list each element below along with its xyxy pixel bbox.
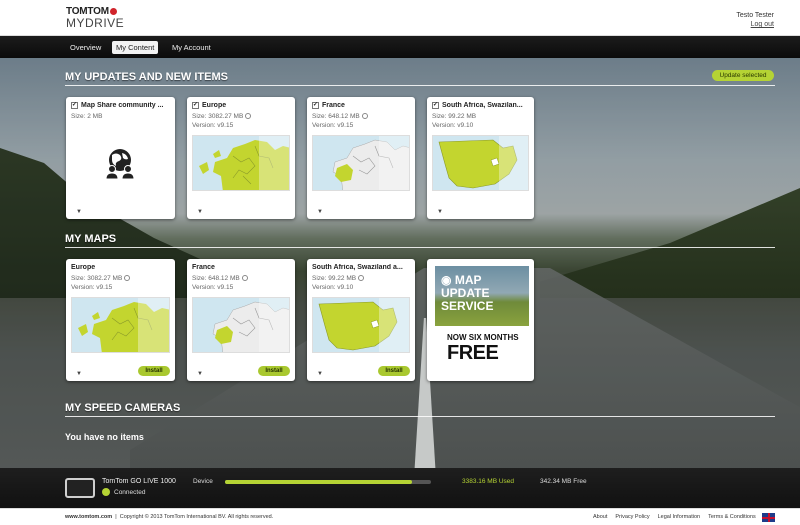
device-name: TomTom GO LIVE 1000 — [102, 478, 176, 485]
speed-cameras-divider — [65, 416, 775, 417]
update-card-europe[interactable]: ✓ Europe Size: 3082.27 MB Version: v9.15 … — [187, 97, 295, 219]
footer-link-about[interactable]: About — [593, 514, 607, 520]
checkbox[interactable]: ✓ — [432, 102, 439, 109]
card-title: South Africa, Swazilan... — [442, 102, 523, 109]
promo-line4: NOW SIX MONTHS — [447, 333, 519, 342]
card-title: Europe — [71, 264, 96, 271]
logout-link[interactable]: Log out — [736, 20, 774, 29]
europe-map-thumbnail — [71, 297, 170, 353]
updates-title: MY UPDATES AND NEW ITEMS — [65, 71, 228, 83]
footer-link-terms[interactable]: Terms & Conditions — [708, 514, 756, 520]
expand-chevron-icon[interactable]: ▼ — [437, 209, 443, 215]
card-version: Version: v9.10 — [312, 284, 354, 291]
card-version: Version: v9.15 — [312, 122, 354, 129]
tab-overview[interactable]: Overview — [66, 41, 105, 54]
promo-line1: MAP — [454, 273, 482, 287]
tab-my-content[interactable]: My Content — [112, 41, 159, 54]
footer-link-privacy[interactable]: Privacy Policy — [615, 514, 649, 520]
globe-people-icon — [105, 149, 135, 180]
info-icon — [358, 275, 365, 282]
info-icon — [241, 275, 248, 282]
update-selected-button[interactable]: Update selected — [712, 70, 774, 81]
tab-my-account[interactable]: My Account — [168, 41, 215, 54]
tomtom-logo[interactable]: TOMTOM MYDRIVE — [66, 6, 124, 30]
device-icon — [65, 478, 95, 498]
card-version: Version: v9.15 — [192, 284, 234, 291]
card-size: Size: 99.22 MB — [312, 275, 365, 282]
my-maps-title: MY MAPS — [65, 233, 117, 245]
main-nav: Overview My Content My Account — [0, 36, 800, 58]
update-card-france[interactable]: ✓ France Size: 648.12 MB Version: v9.15 ▼ — [307, 97, 415, 219]
footer-link-legal[interactable]: Legal Information — [658, 514, 701, 520]
card-title: Europe — [202, 102, 227, 109]
expand-chevron-icon[interactable]: ▼ — [76, 209, 82, 215]
card-title: Map Share community ... — [81, 102, 164, 109]
map-update-service-promo[interactable]: ◉ MAP UPDATE SERVICE NOW SIX MONTHS FREE — [427, 259, 534, 381]
promo-banner-image: ◉ MAP UPDATE SERVICE — [435, 266, 529, 326]
map-card-south-africa[interactable]: South Africa, Swaziland a... Size: 99.22… — [307, 259, 415, 381]
logo-hands-icon — [109, 8, 117, 15]
user-name: Testo Tester — [736, 12, 774, 19]
expand-chevron-icon[interactable]: ▼ — [76, 371, 82, 377]
footer: www.tomtom.com | Copyright © 2013 TomTom… — [0, 508, 800, 525]
card-size: Size: 2 MB — [71, 113, 103, 120]
install-button[interactable]: Install — [258, 366, 290, 376]
used-space: 3383.16 MB Used — [462, 478, 515, 485]
footer-site-link[interactable]: www.tomtom.com — [65, 514, 112, 520]
checkbox[interactable]: ✓ — [312, 102, 319, 109]
promo-line3: SERVICE — [441, 299, 494, 313]
header: TOMTOM MYDRIVE Testo Tester Log out — [0, 0, 800, 36]
storage-bar-fill — [225, 480, 413, 484]
europe-map-thumbnail — [192, 135, 290, 191]
install-button[interactable]: Install — [378, 366, 410, 376]
free-space: 342.34 MB Free — [540, 478, 587, 485]
uk-flag-icon[interactable] — [762, 513, 775, 522]
card-size: Size: 99.22 MB — [432, 113, 477, 120]
speed-cameras-title: MY SPEED CAMERAS — [65, 402, 181, 414]
card-size: Size: 3082.27 MB — [192, 113, 252, 120]
card-title: South Africa, Swaziland a... — [312, 264, 403, 271]
france-map-thumbnail — [192, 297, 290, 353]
info-icon — [124, 275, 131, 282]
logo-line2: MYDRIVE — [66, 16, 125, 30]
info-icon — [361, 113, 368, 120]
card-size: Size: 3082.27 MB — [71, 275, 131, 282]
install-button[interactable]: Install — [138, 366, 170, 376]
map-card-europe[interactable]: Europe Size: 3082.27 MB Version: v9.15 ▼… — [66, 259, 175, 381]
expand-chevron-icon[interactable]: ▼ — [317, 209, 323, 215]
card-version: Version: v9.15 — [192, 122, 234, 129]
connection-status: Connected — [102, 488, 145, 496]
south-africa-map-thumbnail — [312, 297, 410, 353]
footer-links: About Privacy Policy Legal Information T… — [593, 514, 756, 520]
device-label: Device — [193, 478, 213, 485]
my-maps-divider — [65, 247, 775, 248]
promo-line5: FREE — [447, 342, 499, 364]
card-title: France — [322, 102, 345, 109]
updates-divider — [65, 85, 775, 86]
south-africa-map-thumbnail — [432, 135, 529, 191]
card-size: Size: 648.12 MB — [192, 275, 248, 282]
footer-copyright: www.tomtom.com | Copyright © 2013 TomTom… — [65, 514, 274, 520]
expand-chevron-icon[interactable]: ▼ — [197, 209, 203, 215]
card-title: France — [192, 264, 215, 271]
connected-dot-icon — [102, 488, 110, 496]
france-map-thumbnail — [312, 135, 410, 191]
map-card-france[interactable]: France Size: 648.12 MB Version: v9.15 ▼ … — [187, 259, 295, 381]
update-card-mapshare[interactable]: ✓ Map Share community ... Size: 2 MB ▼ — [66, 97, 175, 219]
no-items-text: You have no items — [65, 432, 144, 442]
card-version: Version: v9.10 — [432, 122, 474, 129]
checkbox[interactable]: ✓ — [192, 102, 199, 109]
promo-bullet-icon: ◉ — [441, 273, 452, 287]
checkbox[interactable]: ✓ — [71, 102, 78, 109]
update-card-south-africa[interactable]: ✓ South Africa, Swazilan... Size: 99.22 M… — [427, 97, 534, 219]
info-icon — [245, 113, 252, 120]
card-version: Version: v9.15 — [71, 284, 113, 291]
device-bar: TomTom GO LIVE 1000 Connected Device 338… — [0, 468, 800, 508]
storage-bar — [225, 480, 431, 484]
expand-chevron-icon[interactable]: ▼ — [317, 371, 323, 377]
expand-chevron-icon[interactable]: ▼ — [197, 371, 203, 377]
user-box: Testo Tester Log out — [736, 11, 774, 29]
card-size: Size: 648.12 MB — [312, 113, 368, 120]
